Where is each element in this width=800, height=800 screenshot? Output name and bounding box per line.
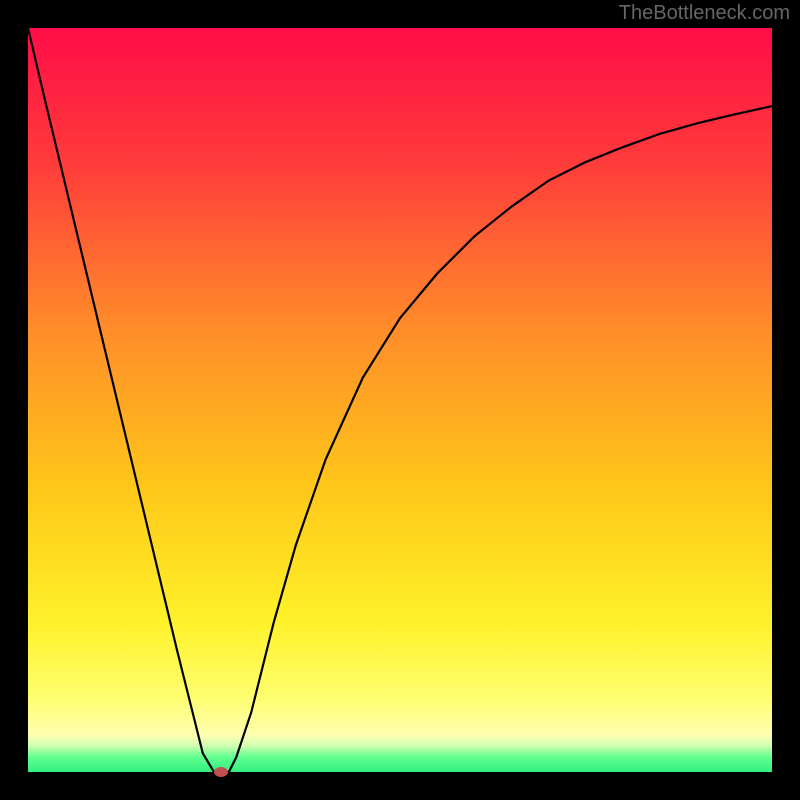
optimum-marker-icon bbox=[214, 767, 228, 777]
curve-line bbox=[28, 28, 772, 772]
watermark-text: TheBottleneck.com bbox=[619, 2, 790, 25]
plot-area bbox=[28, 28, 772, 772]
